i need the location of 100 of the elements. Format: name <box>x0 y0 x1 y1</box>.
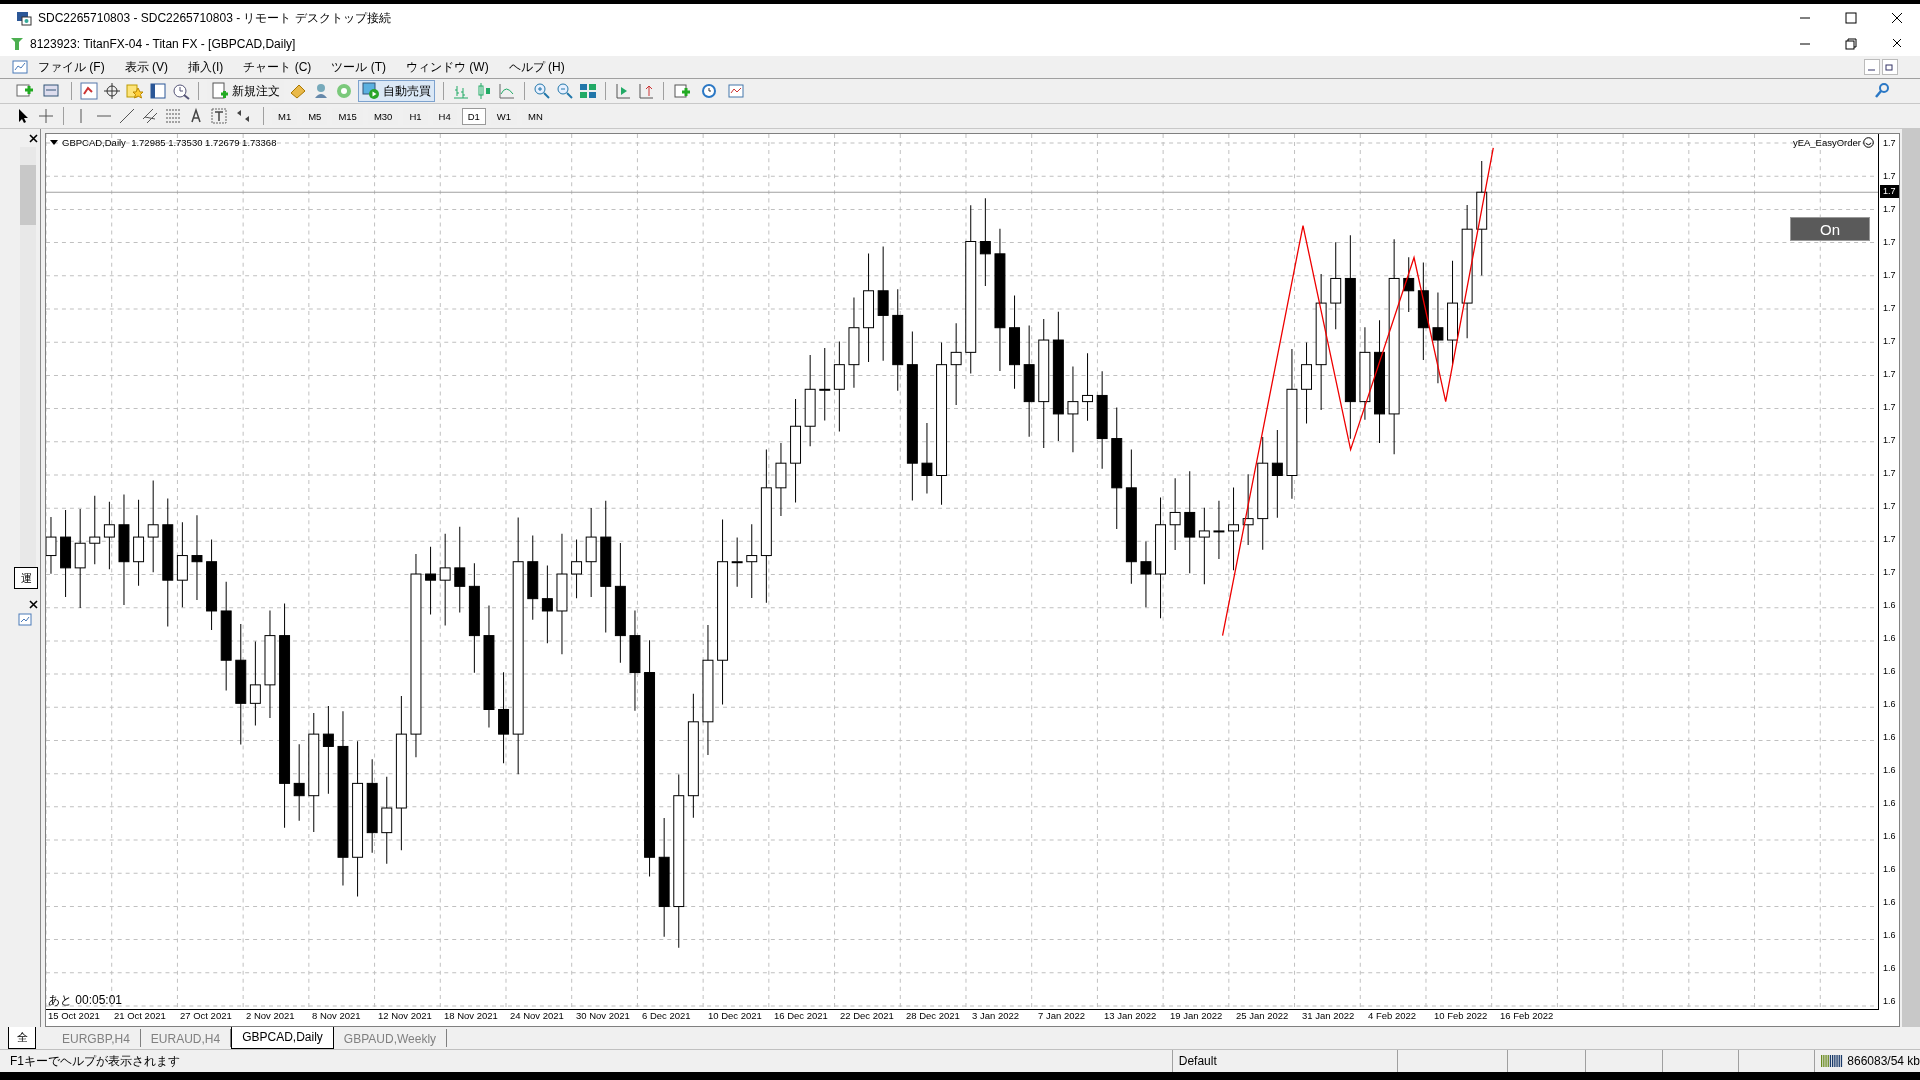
candle <box>1140 541 1152 608</box>
zoom-in-icon[interactable] <box>533 82 551 100</box>
menu-item[interactable]: ウィンドウ (W) <box>396 58 499 76</box>
price-label: 1.6 <box>1882 764 1897 777</box>
dropdown-triangle-icon[interactable] <box>50 139 58 146</box>
candlesticks-icon[interactable] <box>475 82 493 100</box>
panel-tab[interactable]: 運 <box>14 567 38 589</box>
remote-desktop-icon <box>16 10 32 26</box>
date-label: 16 Dec 2021 <box>773 1010 829 1023</box>
chart-tab[interactable]: GBPCAD,Daily <box>231 1027 334 1049</box>
price-label: 1.7 <box>1882 170 1897 183</box>
date-label: 28 Dec 2021 <box>905 1010 961 1023</box>
menu-item[interactable]: 表示 (V) <box>114 58 178 76</box>
crosshair-icon[interactable] <box>103 82 121 100</box>
app-title: 8123923: TitanFX-04 - Titan FX - [GBPCAD,Daily] <box>30 37 296 51</box>
date-label: 25 Jan 2022 <box>1235 1010 1290 1023</box>
price-label: 1.7 <box>1882 500 1897 513</box>
price-label: 1.6 <box>1882 863 1897 876</box>
search-icon[interactable] <box>1873 82 1891 100</box>
text-label-icon[interactable] <box>210 107 228 125</box>
scrollbar[interactable] <box>1902 129 1920 1027</box>
candle <box>571 539 583 599</box>
menu-item[interactable]: ファイル (F) <box>28 58 115 76</box>
price-label: 1.6 <box>1882 929 1897 942</box>
minimize-icon[interactable] <box>1864 59 1880 75</box>
navigator-star-icon[interactable] <box>126 82 144 100</box>
app-logo-icon <box>10 37 24 51</box>
price-label: 1.7 <box>1882 203 1897 216</box>
profile-name: Default <box>1171 1050 1398 1072</box>
date-label: 13 Jan 2022 <box>1103 1010 1158 1023</box>
restore-icon[interactable] <box>1882 59 1898 75</box>
date-label: 12 Nov 2021 <box>377 1010 433 1023</box>
price-label: 1.6 <box>1882 665 1897 678</box>
chart-tab[interactable]: GBPAUD,Weekly <box>333 1029 448 1047</box>
date-label: 7 Jan 2022 <box>1037 1010 1086 1023</box>
price-label: 1.6 <box>1882 797 1897 810</box>
panel-tab[interactable]: 全 <box>8 1027 36 1049</box>
date-label: 2 Nov 2021 <box>245 1010 296 1023</box>
zoom-out-icon[interactable] <box>556 82 574 100</box>
connection-bars-icon <box>1821 1054 1844 1068</box>
chart-symbol-info: GBPCAD,Daily 1.72985 1.73530 1.72679 1.73368 <box>62 137 277 148</box>
candle <box>89 495 101 565</box>
close-icon[interactable] <box>29 599 38 609</box>
date-label: 3 Jan 2022 <box>971 1010 1020 1023</box>
chart-shift-icon[interactable] <box>614 82 632 100</box>
date-label: 4 Feb 2022 <box>1367 1010 1418 1023</box>
menu-item[interactable]: 挿入(I) <box>178 58 234 76</box>
price-label: 1.6 <box>1882 632 1897 645</box>
status-help-text: F1キーでヘルプが表示されます <box>9 1052 181 1070</box>
menu-item[interactable]: ツール (T) <box>321 58 396 76</box>
price-label: 1.7 <box>1882 401 1897 414</box>
date-label: 31 Jan 2022 <box>1301 1010 1356 1023</box>
traffic-text: 866083/54 kb <box>1847 1054 1920 1068</box>
date-label: 21 Oct 2021 <box>113 1010 167 1023</box>
date-label: 10 Dec 2021 <box>707 1010 763 1023</box>
equidistant-channel-icon[interactable] <box>141 107 159 125</box>
menu-item[interactable]: チャート (C) <box>233 58 322 76</box>
countdown-label: あと 00:05:01 <box>48 992 123 1009</box>
price-label: 1.7 <box>1882 302 1897 315</box>
price-label: 1.7 <box>1882 566 1897 579</box>
date-label: 16 Feb 2022 <box>1499 1010 1555 1023</box>
date-label: 24 Nov 2021 <box>509 1010 565 1023</box>
on-button[interactable]: On <box>1790 217 1870 241</box>
trendline-icon[interactable] <box>118 107 136 125</box>
tile-windows-icon[interactable] <box>579 82 597 100</box>
price-label: 1.6 <box>1882 830 1897 843</box>
date-label: 10 Feb 2022 <box>1433 1010 1489 1023</box>
price-label: 1.6 <box>1882 731 1897 744</box>
play-icon[interactable] <box>362 82 380 100</box>
date-label: 22 Dec 2021 <box>839 1010 895 1023</box>
menu-item[interactable]: ヘルプ (H) <box>498 58 575 76</box>
candle <box>425 546 437 615</box>
line-chart-icon[interactable] <box>498 82 516 100</box>
price-label: 1.6 <box>1882 896 1897 909</box>
auto-trading-button[interactable]: 自動売買 <box>358 80 435 102</box>
price-label: 1.6 <box>1882 599 1897 612</box>
chart-window-icon[interactable] <box>12 59 28 75</box>
candle <box>103 501 115 570</box>
close-icon[interactable] <box>29 133 38 143</box>
new-chart-icon[interactable] <box>14 82 36 100</box>
date-label: 18 Nov 2021 <box>443 1010 499 1023</box>
price-label: 1.6 <box>1882 698 1897 711</box>
price-label: 1.7 <box>1882 368 1897 381</box>
market-icon[interactable] <box>335 82 353 100</box>
document-plus-icon[interactable] <box>211 82 229 100</box>
window-title: SDC2265710803 - SDC2265710803 - リモート デスクトップ接続 <box>38 9 391 27</box>
date-label: 27 Oct 2021 <box>179 1010 233 1023</box>
price-label: 1.7 <box>1882 236 1897 249</box>
timeframe-button[interactable]: D1 <box>461 107 486 125</box>
price-label: 1.7 <box>1882 467 1897 480</box>
candle <box>731 537 743 588</box>
fibonacci-icon[interactable] <box>164 107 182 125</box>
chart-window-icon[interactable] <box>18 613 32 627</box>
autoscroll-icon[interactable] <box>637 82 655 100</box>
expert-name: yEA_EasyOrder <box>1792 137 1861 148</box>
price-label: 1.7 <box>1882 434 1897 447</box>
date-label: 30 Nov 2021 <box>575 1010 631 1023</box>
scrollbar[interactable] <box>20 147 36 567</box>
current-price-label: 1.7 <box>1880 185 1899 198</box>
date-label: 6 Dec 2021 <box>641 1010 692 1023</box>
